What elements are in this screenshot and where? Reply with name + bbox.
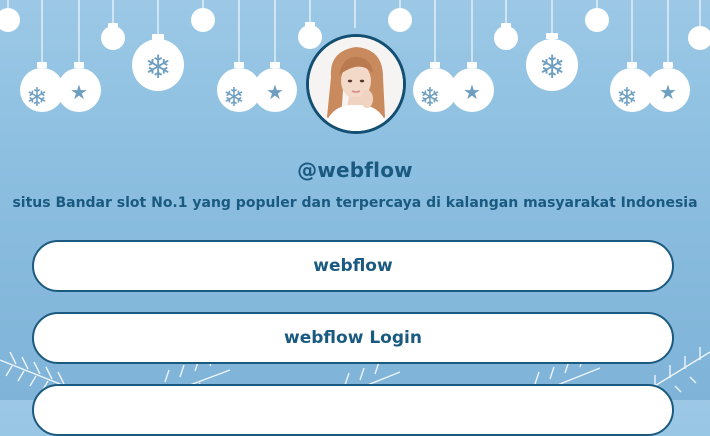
link-button-webflow-login[interactable]: webflow Login bbox=[32, 312, 674, 364]
avatar-image bbox=[309, 37, 403, 131]
link-button-webflow[interactable]: webflow bbox=[32, 240, 674, 292]
profile-bio: situs Bandar slot No.1 yang populer dan … bbox=[12, 195, 698, 211]
link-button-label: webflow Login bbox=[284, 328, 422, 348]
svg-text:❄: ❄ bbox=[223, 83, 245, 113]
svg-text:★: ★ bbox=[463, 80, 481, 104]
svg-text:❄: ❄ bbox=[539, 48, 566, 86]
svg-text:★: ★ bbox=[70, 80, 88, 104]
profile-avatar bbox=[306, 34, 406, 134]
svg-text:❄: ❄ bbox=[419, 83, 441, 113]
svg-text:❄: ❄ bbox=[26, 83, 48, 113]
svg-text:★: ★ bbox=[266, 80, 284, 104]
svg-text:❄: ❄ bbox=[145, 48, 172, 86]
link-button-third[interactable] bbox=[32, 384, 674, 436]
profile-handle: @webflow bbox=[297, 158, 413, 182]
link-button-label: webflow bbox=[313, 256, 393, 276]
svg-text:❄: ❄ bbox=[616, 83, 638, 113]
svg-text:★: ★ bbox=[659, 80, 677, 104]
